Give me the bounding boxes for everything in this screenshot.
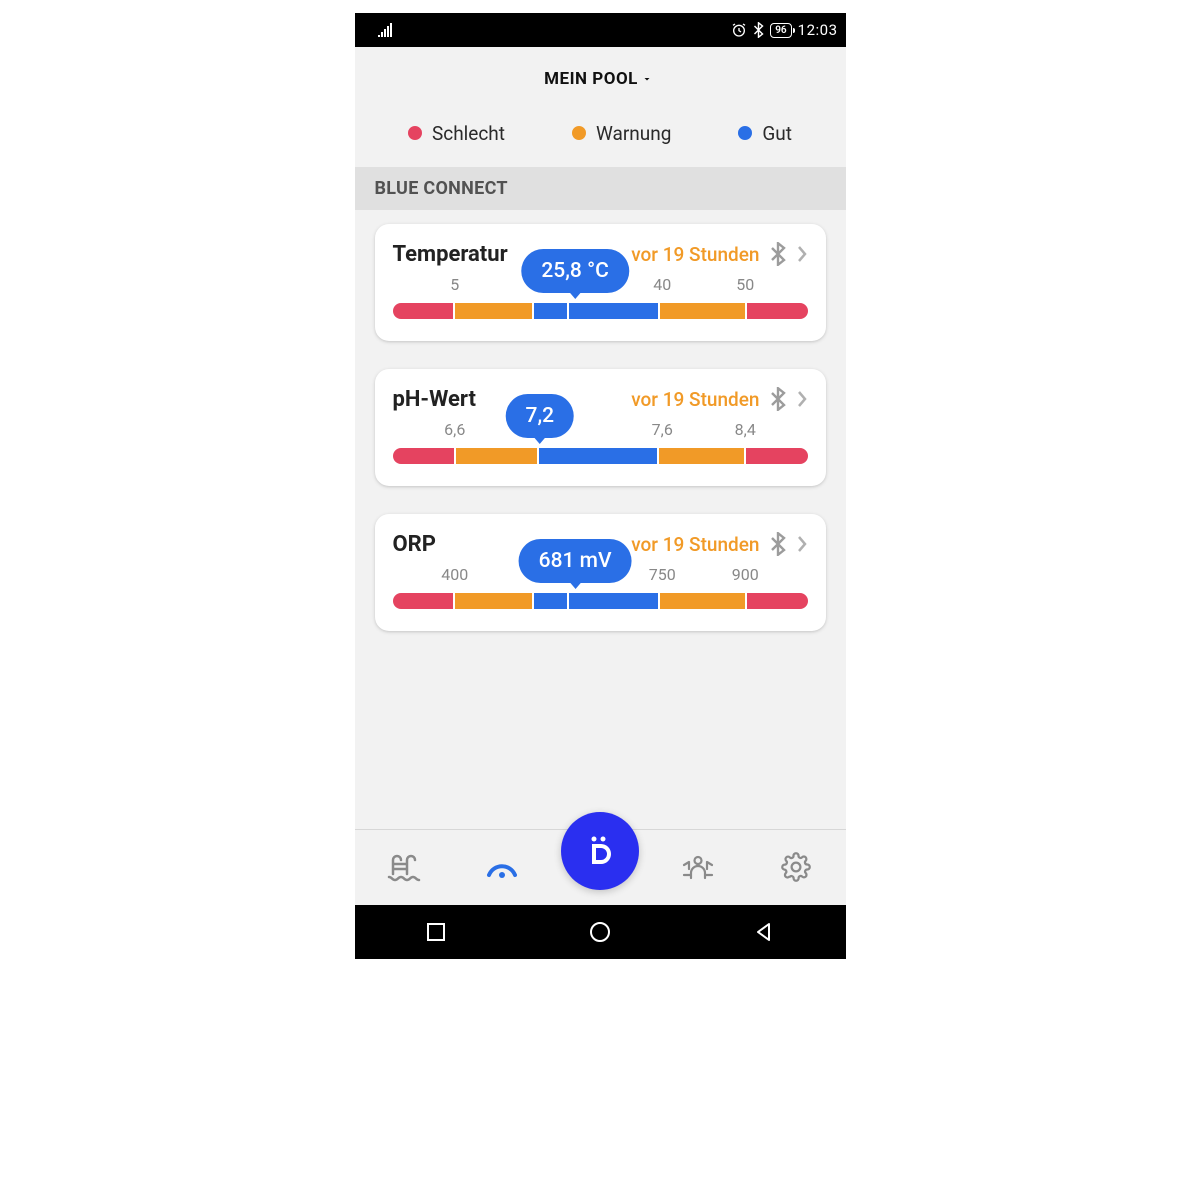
gauge-tick: 750: [649, 565, 676, 584]
legend-warn-label: Warnung: [596, 122, 671, 145]
card-title: pH-Wert: [393, 387, 476, 412]
chevron-down-icon: [638, 70, 656, 90]
value-bubble: 681 mV: [519, 539, 632, 583]
pool-title: MEIN POOL: [544, 69, 638, 89]
dot-good-icon: [738, 126, 752, 140]
legend: Schlecht Warnung Gut: [355, 100, 846, 167]
card-time: vor 19 Stunden: [631, 533, 759, 556]
clock: 12:03: [798, 21, 838, 39]
dot-bad-icon: [408, 126, 422, 140]
gauge-icon: [485, 853, 519, 881]
signal-icon: [378, 23, 396, 37]
nav-back[interactable]: [754, 922, 774, 942]
chevron-right-icon: [796, 534, 808, 554]
legend-bad: Schlecht: [408, 122, 505, 145]
legend-good: Gut: [738, 122, 792, 145]
tab-settings[interactable]: [747, 852, 845, 882]
bluetooth-icon: [753, 22, 764, 38]
fab-button[interactable]: [561, 812, 639, 890]
measurement-card[interactable]: Temperaturvor 19 Stunden5405025,8 °C: [375, 224, 826, 341]
status-bar: 96 12:03: [355, 13, 846, 47]
pool-icon: [387, 852, 421, 882]
gauge-tick: 50: [736, 275, 754, 294]
bluetooth-icon: [768, 532, 788, 556]
legend-good-label: Gut: [762, 122, 792, 145]
card-title: ORP: [393, 532, 436, 557]
community-icon: [680, 852, 716, 882]
battery-indicator: 96: [770, 23, 791, 38]
value-bubble: 7,2: [506, 394, 575, 438]
alarm-icon: [731, 22, 747, 38]
phone-frame: 96 12:03 MEIN POOL Schlecht Warnung Gut …: [355, 13, 846, 959]
gauge-tick: 900: [732, 565, 759, 584]
tab-gauge[interactable]: [453, 853, 551, 881]
section-header: BLUE CONNECT: [355, 167, 846, 210]
gauge-bar: [393, 448, 808, 464]
legend-warn: Warnung: [572, 122, 671, 145]
gauge-tick: 6,6: [444, 420, 465, 439]
app-logo-icon: [578, 829, 622, 873]
gauge: 6,67,68,47,2: [393, 448, 808, 464]
bluetooth-icon: [768, 387, 788, 411]
nav-recent[interactable]: [426, 922, 446, 942]
gauge-bar: [393, 303, 808, 319]
gauge: 400750900681 mV: [393, 593, 808, 609]
chevron-right-icon: [796, 244, 808, 264]
tab-pool[interactable]: [355, 852, 453, 882]
measurement-card[interactable]: ORPvor 19 Stunden400750900681 mV: [375, 514, 826, 631]
tab-bar: [355, 829, 846, 905]
measurement-card[interactable]: pH-Wertvor 19 Stunden6,67,68,47,2: [375, 369, 826, 486]
gauge-tick: 400: [441, 565, 468, 584]
tab-community[interactable]: [649, 852, 747, 882]
pool-selector[interactable]: MEIN POOL: [355, 47, 846, 100]
gauge-tick: 40: [653, 275, 671, 294]
chevron-right-icon: [796, 389, 808, 409]
card-time: vor 19 Stunden: [631, 388, 759, 411]
value-bubble: 25,8 °C: [521, 249, 628, 293]
bluetooth-icon: [768, 242, 788, 266]
cards-container: Temperaturvor 19 Stunden5405025,8 °CpH-W…: [355, 210, 846, 679]
card-time: vor 19 Stunden: [631, 243, 759, 266]
nav-home[interactable]: [589, 921, 611, 943]
gauge-tick: 8,4: [735, 420, 756, 439]
tab-center[interactable]: [551, 828, 649, 906]
android-nav-bar: [355, 905, 846, 959]
gauge-tick: 5: [450, 275, 459, 294]
legend-bad-label: Schlecht: [432, 122, 505, 145]
gauge-bar: [393, 593, 808, 609]
card-title: Temperatur: [393, 242, 508, 267]
gauge: 5405025,8 °C: [393, 303, 808, 319]
gear-icon: [781, 852, 811, 882]
gauge-tick: 7,6: [652, 420, 673, 439]
dot-warn-icon: [572, 126, 586, 140]
